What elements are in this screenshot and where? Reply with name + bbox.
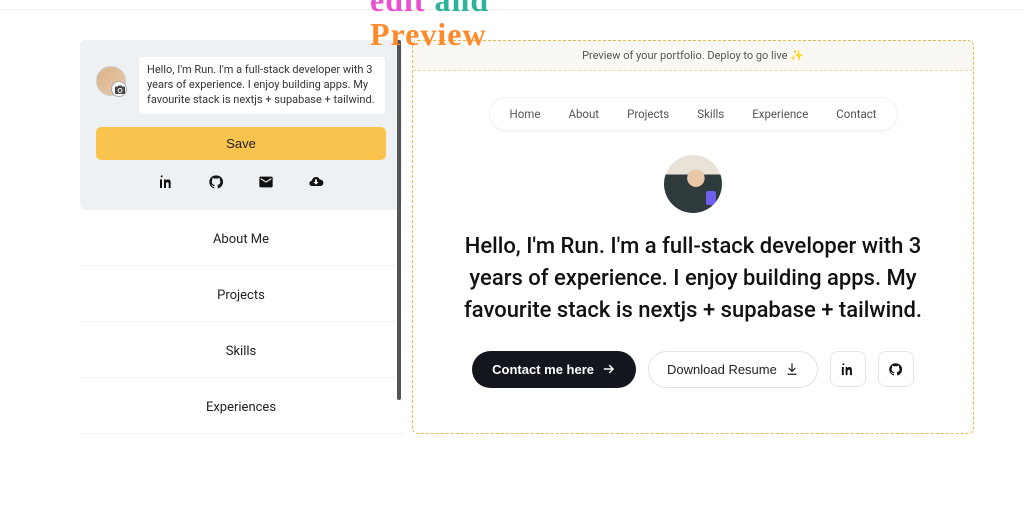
- section-item-skills[interactable]: Skills: [80, 322, 402, 378]
- cta-row: Contact me here Download Resume: [413, 351, 973, 388]
- intro-card: Hello, I'm Run. I'm a full-stack develop…: [80, 40, 402, 210]
- download-icon: [785, 362, 799, 376]
- github-chip[interactable]: [878, 351, 914, 387]
- section-list: About Me Projects Skills Experiences: [80, 210, 402, 434]
- nav-skills[interactable]: Skills: [697, 107, 724, 121]
- avatar-upload[interactable]: [96, 66, 126, 96]
- social-icon-row: [96, 174, 386, 190]
- preview-banner: Preview of your portfolio. Deploy to go …: [413, 41, 973, 71]
- camera-icon: [114, 84, 126, 96]
- email-icon[interactable]: [258, 174, 274, 190]
- nav-projects[interactable]: Projects: [627, 107, 669, 121]
- editor-panel: Hello, I'm Run. I'm a full-stack develop…: [80, 40, 402, 434]
- preview-panel: Preview of your portfolio. Deploy to go …: [412, 40, 974, 434]
- top-divider: [0, 0, 1024, 10]
- editor-scrollbar[interactable]: [397, 40, 401, 400]
- nav-about[interactable]: About: [568, 107, 599, 121]
- contact-button[interactable]: Contact me here: [472, 351, 636, 388]
- hero-text: Hello, I'm Run. I'm a full-stack develop…: [438, 231, 948, 327]
- nav-contact[interactable]: Contact: [836, 107, 876, 121]
- github-icon: [888, 362, 903, 377]
- linkedin-chip[interactable]: [830, 351, 866, 387]
- download-resume-button[interactable]: Download Resume: [648, 351, 818, 388]
- preview-nav: Home About Projects Skills Experience Co…: [489, 97, 898, 131]
- download-resume-label: Download Resume: [667, 362, 777, 377]
- intro-textarea[interactable]: Hello, I'm Run. I'm a full-stack develop…: [138, 56, 386, 115]
- cloud-download-icon[interactable]: [308, 174, 324, 190]
- preview-avatar: [664, 155, 722, 213]
- section-item-experiences[interactable]: Experiences: [80, 378, 402, 434]
- linkedin-icon: [840, 362, 855, 377]
- section-item-projects[interactable]: Projects: [80, 266, 402, 322]
- contact-button-label: Contact me here: [492, 362, 594, 377]
- nav-home[interactable]: Home: [510, 107, 541, 121]
- section-item-about[interactable]: About Me: [80, 210, 402, 266]
- linkedin-icon[interactable]: [158, 174, 174, 190]
- arrow-right-icon: [602, 362, 616, 376]
- github-icon[interactable]: [208, 174, 224, 190]
- nav-experience[interactable]: Experience: [752, 107, 808, 121]
- save-button[interactable]: Save: [96, 127, 386, 160]
